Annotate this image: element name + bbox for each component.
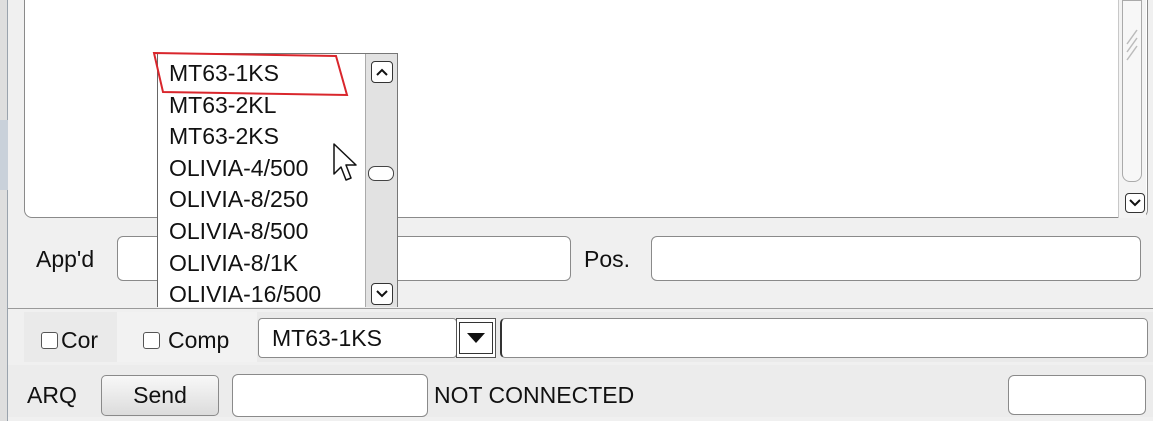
chevron-down-icon xyxy=(376,290,388,298)
pos-field[interactable] xyxy=(651,236,1141,281)
left-edge-accent xyxy=(0,120,8,190)
mode-text-field[interactable] xyxy=(500,318,1148,358)
comp-checkbox[interactable] xyxy=(143,332,160,349)
chevron-up-icon xyxy=(376,68,388,76)
scroll-grip-icon xyxy=(1126,29,1138,61)
cor-checkbox[interactable] xyxy=(41,332,58,349)
arq-call-field[interactable] xyxy=(232,374,428,417)
appd-label: App'd xyxy=(36,246,95,272)
list-scroll-up-button[interactable] xyxy=(371,61,393,83)
send-button[interactable]: Send xyxy=(101,375,219,416)
chevron-down-icon xyxy=(1129,199,1141,207)
arq-label: ARQ xyxy=(27,382,77,408)
arq-right-field[interactable] xyxy=(1008,375,1146,415)
list-scroll-down-button[interactable] xyxy=(371,283,393,305)
list-item[interactable]: OLIVIA-8/500 xyxy=(158,216,363,248)
pos-label: Pos. xyxy=(584,246,631,272)
list-item[interactable]: OLIVIA-8/1K xyxy=(158,248,363,280)
triangle-down-icon xyxy=(467,333,485,343)
list-item[interactable]: OLIVIA-8/250 xyxy=(158,184,363,216)
mode-dropdown-button[interactable] xyxy=(456,318,496,358)
separator-line xyxy=(8,308,1153,309)
cor-checkbox-label: Cor xyxy=(61,327,99,353)
mode-select-value: MT63-1KS xyxy=(272,325,382,351)
mouse-cursor-icon xyxy=(333,143,357,181)
connection-status: NOT CONNECTED xyxy=(434,382,635,408)
comp-checkbox-label: Comp xyxy=(168,327,230,353)
list-item[interactable]: OLIVIA-16/500 xyxy=(158,279,363,307)
left-edge-strip xyxy=(0,0,8,421)
receive-scroll-down-button[interactable] xyxy=(1125,193,1145,213)
list-scroll-thumb[interactable] xyxy=(368,166,394,181)
highlight-annotation xyxy=(152,51,349,97)
